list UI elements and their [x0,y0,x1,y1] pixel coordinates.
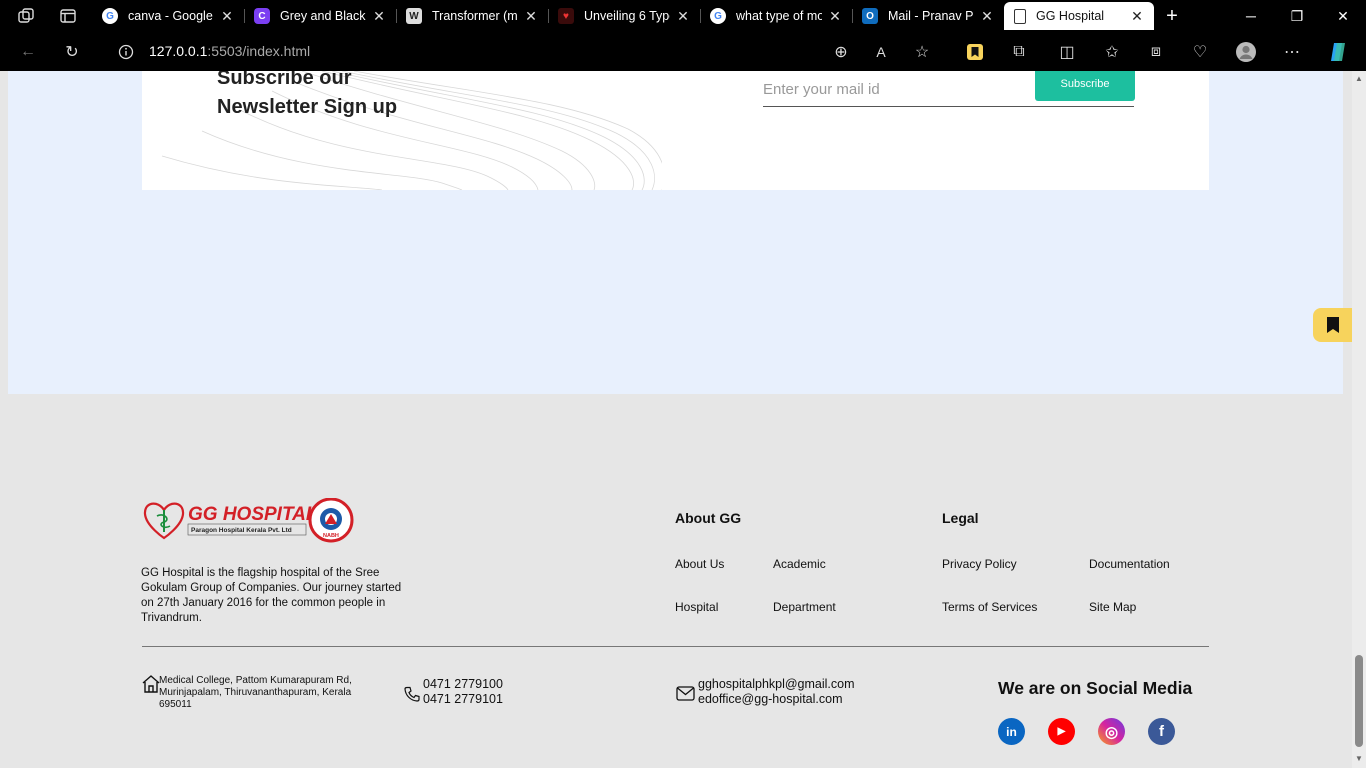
close-tab-icon[interactable]: ✕ [980,8,994,25]
address-text: Medical College, Pattom Kumarapuram Rd, … [159,675,352,710]
tab-2[interactable]: C Grey and Black M ✕ [244,2,396,30]
about-gg-heading: About GG [675,510,742,526]
about-description: GG Hospital is the flagship hospital of … [141,567,402,624]
tab-title: canva - Google S [128,9,214,23]
read-aloud-icon[interactable]: A [870,41,892,63]
new-tab-icon[interactable]: + [1162,5,1182,27]
extensions-icon[interactable]: ⧉ [1008,41,1030,63]
favorites-icon[interactable]: ✩ [1101,41,1123,63]
close-tab-icon[interactable]: ✕ [220,8,234,25]
bookmark-icon [1326,317,1339,333]
email-2[interactable]: edoffice@gg-hospital.com [698,692,855,707]
copilot-icon[interactable] [1327,41,1349,63]
footer-divider [142,646,1209,647]
social-media-title: We are on Social Media [998,678,1193,698]
home-icon [142,675,160,693]
tab-title: Mail - Pranav P P [888,9,974,23]
zoom-icon[interactable]: ⊕ [830,41,852,63]
linkedin-icon[interactable]: in [998,718,1025,745]
youtube-icon[interactable]: ▶ [1048,718,1075,745]
site-footer: GG HOSPITAL Paragon Hospital Kerala Pvt.… [0,394,1352,768]
link-documentation[interactable]: Documentation [1089,557,1170,571]
link-site-map[interactable]: Site Map [1089,600,1136,614]
tab-title: Transformer (ma [432,9,518,23]
scroll-up-arrow-icon[interactable]: ▲ [1355,74,1363,83]
email-placeholder: Enter your mail id [763,81,880,98]
tab-title: what type of mo [736,9,822,23]
link-about-us[interactable]: About Us [675,557,724,571]
tab-title: Unveiling 6 Type [584,9,670,23]
tab-title: GG Hospital [1036,9,1105,23]
more-menu-icon[interactable]: ⋯ [1281,41,1303,63]
tab-6[interactable]: O Mail - Pranav P P ✕ [852,2,1004,30]
page-viewport: Subscribe our Newsletter Sign up Enter y… [0,71,1352,768]
facebook-icon[interactable]: f [1148,718,1175,745]
browser-tab-bar: G canva - Google S ✕ C Grey and Black M … [0,0,1366,32]
close-tab-icon[interactable]: ✕ [372,8,386,25]
close-tab-icon[interactable]: ✕ [524,8,538,25]
email-1[interactable]: gghospitalphkpl@gmail.com [698,677,855,692]
page-icon [1014,8,1026,24]
browser-address-bar: ← ↻ 127.0.0.1:5503/index.html ⊕ A ☆ ⧉ ◫ … [0,32,1366,71]
performance-icon[interactable]: ♡ [1189,41,1211,63]
tab-7-active[interactable]: GG Hospital ✕ [1004,2,1154,30]
phone-1[interactable]: 0471 2779100 [423,677,503,692]
link-academic[interactable]: Academic [773,557,826,571]
google-icon: G [710,8,726,24]
newsletter-title-line1: Subscribe our [217,71,352,89]
close-tab-icon[interactable]: ✕ [676,8,690,25]
legal-heading: Legal [942,510,979,526]
url-field[interactable]: 127.0.0.1:5503/index.html [149,43,310,59]
link-department[interactable]: Department [773,600,836,614]
profile-avatar-icon[interactable] [1235,41,1257,63]
gg-hospital-logo[interactable]: GG HOSPITAL Paragon Hospital Kerala Pvt.… [142,497,354,546]
tab-1[interactable]: G canva - Google S ✕ [92,2,244,30]
link-hospital[interactable]: Hospital [675,600,718,614]
favorite-star-icon[interactable]: ☆ [911,41,933,63]
newsletter-card: Subscribe our Newsletter Sign up Enter y… [142,71,1209,190]
bookmark-extension-icon[interactable] [964,41,986,63]
link-terms-of-services[interactable]: Terms of Services [942,600,1037,614]
url-host: 127.0.0.1 [149,43,208,59]
newsletter-title-line2: Newsletter Sign up [217,96,398,118]
outlook-icon: O [862,8,878,24]
phone-numbers: 0471 2779100 0471 2779101 [423,677,503,707]
collections-icon[interactable]: ⧈ [1145,41,1167,63]
site-info-icon[interactable] [115,41,137,63]
tab-4[interactable]: ♥ Unveiling 6 Type ✕ [548,2,700,30]
tab-actions-icon[interactable] [58,6,78,26]
instagram-icon[interactable]: ◎ [1098,718,1125,745]
workspaces-icon[interactable] [16,6,36,26]
close-tab-icon[interactable]: ✕ [828,8,842,25]
back-icon[interactable]: ← [17,41,39,63]
mail-icon [676,686,695,701]
google-icon: G [102,8,118,24]
wikipedia-icon: W [406,8,422,24]
refresh-icon[interactable]: ↻ [61,41,83,63]
scroll-down-arrow-icon[interactable]: ▼ [1355,754,1363,763]
floating-bookmark-button[interactable] [1313,308,1352,342]
phone-2[interactable]: 0471 2779101 [423,692,503,707]
split-screen-icon[interactable]: ◫ [1056,41,1078,63]
url-path: :5503/index.html [207,43,311,59]
tab-title: Grey and Black M [280,9,366,23]
newsletter-title: Subscribe our Newsletter Sign up [217,71,477,122]
minimize-icon[interactable]: ─ [1228,0,1274,32]
canva-icon: C [254,8,270,24]
link-privacy-policy[interactable]: Privacy Policy [942,557,1017,571]
close-tab-icon[interactable]: ✕ [1130,8,1144,25]
tab-3[interactable]: W Transformer (ma ✕ [396,2,548,30]
site-icon: ♥ [558,8,574,24]
phone-icon [404,686,420,702]
restore-icon[interactable]: ❐ [1274,0,1320,32]
subscribe-button[interactable]: Subscribe [1035,71,1135,101]
scrollbar-thumb[interactable] [1355,655,1363,747]
email-addresses: gghospitalphkpl@gmail.com edoffice@gg-ho… [698,677,855,707]
logo-brand-text: GG HOSPITAL [188,504,317,525]
logo-subtitle: Paragon Hospital Kerala Pvt. Ltd [191,527,292,534]
close-window-icon[interactable]: ✕ [1320,0,1366,32]
logo-seal-text: NABH [323,533,339,539]
tab-5[interactable]: G what type of mo ✕ [700,2,852,30]
